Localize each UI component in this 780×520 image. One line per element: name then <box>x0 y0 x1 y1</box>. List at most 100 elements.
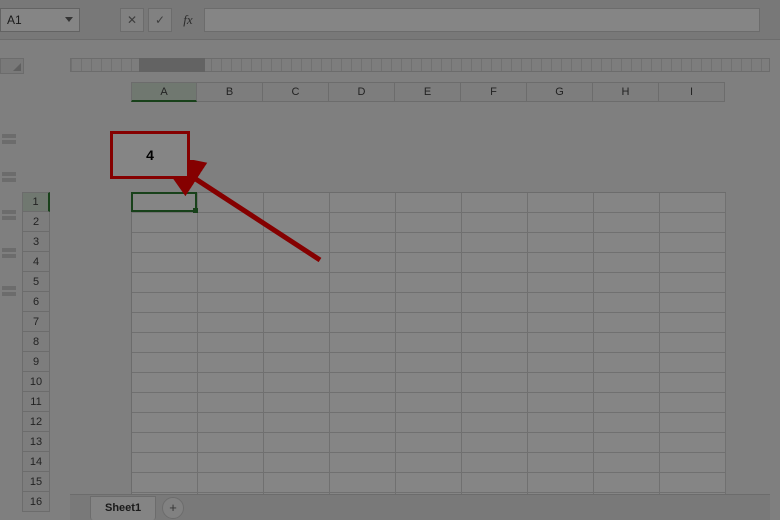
cell-E15[interactable] <box>396 473 462 493</box>
cell-B11[interactable] <box>198 393 264 413</box>
column-header-g[interactable]: G <box>527 82 593 102</box>
cell-F8[interactable] <box>462 333 528 353</box>
name-box[interactable]: A1 <box>0 8 80 32</box>
cell-A8[interactable] <box>132 333 198 353</box>
cell-G4[interactable] <box>528 253 594 273</box>
cell-C1[interactable] <box>264 193 330 213</box>
cell-A6[interactable] <box>132 293 198 313</box>
cell-B3[interactable] <box>198 233 264 253</box>
select-all-cell[interactable] <box>0 58 24 74</box>
cell-C9[interactable] <box>264 353 330 373</box>
cell-C6[interactable] <box>264 293 330 313</box>
name-box-dropdown-icon[interactable] <box>65 15 75 25</box>
column-header-d[interactable]: D <box>329 82 395 102</box>
cell-C12[interactable] <box>264 413 330 433</box>
cell-E6[interactable] <box>396 293 462 313</box>
cell-H13[interactable] <box>594 433 660 453</box>
cell-I3[interactable] <box>660 233 726 253</box>
column-header-e[interactable]: E <box>395 82 461 102</box>
cell-G13[interactable] <box>528 433 594 453</box>
cell-H9[interactable] <box>594 353 660 373</box>
cell-H10[interactable] <box>594 373 660 393</box>
column-header-c[interactable]: C <box>263 82 329 102</box>
cell-E9[interactable] <box>396 353 462 373</box>
cell-G1[interactable] <box>528 193 594 213</box>
row-header-4[interactable]: 4 <box>22 252 50 272</box>
row-header-14[interactable]: 14 <box>22 452 50 472</box>
cell-H15[interactable] <box>594 473 660 493</box>
cell-C11[interactable] <box>264 393 330 413</box>
cell-I9[interactable] <box>660 353 726 373</box>
cell-H3[interactable] <box>594 233 660 253</box>
cell-D13[interactable] <box>330 433 396 453</box>
cell-I1[interactable] <box>660 193 726 213</box>
cell-F2[interactable] <box>462 213 528 233</box>
cell-A12[interactable] <box>132 413 198 433</box>
cell-A1[interactable] <box>132 193 198 213</box>
cell-A11[interactable] <box>132 393 198 413</box>
cell-D12[interactable] <box>330 413 396 433</box>
cell-F1[interactable] <box>462 193 528 213</box>
cell-I6[interactable] <box>660 293 726 313</box>
cell-A9[interactable] <box>132 353 198 373</box>
cell-E1[interactable] <box>396 193 462 213</box>
row-header-10[interactable]: 10 <box>22 372 50 392</box>
cell-I5[interactable] <box>660 273 726 293</box>
cell-E11[interactable] <box>396 393 462 413</box>
cell-G8[interactable] <box>528 333 594 353</box>
cell-I2[interactable] <box>660 213 726 233</box>
cell-H2[interactable] <box>594 213 660 233</box>
cell-A13[interactable] <box>132 433 198 453</box>
cell-H5[interactable] <box>594 273 660 293</box>
fx-icon[interactable]: fx <box>176 12 200 28</box>
cell-F9[interactable] <box>462 353 528 373</box>
cell-G7[interactable] <box>528 313 594 333</box>
cell-E3[interactable] <box>396 233 462 253</box>
cell-H7[interactable] <box>594 313 660 333</box>
cell-G14[interactable] <box>528 453 594 473</box>
cell-D7[interactable] <box>330 313 396 333</box>
row-header-13[interactable]: 13 <box>22 432 50 452</box>
sheet-tab-sheet1[interactable]: Sheet1 <box>90 496 156 520</box>
cell-D4[interactable] <box>330 253 396 273</box>
cell-H12[interactable] <box>594 413 660 433</box>
cell-D6[interactable] <box>330 293 396 313</box>
cell-C5[interactable] <box>264 273 330 293</box>
cell-E13[interactable] <box>396 433 462 453</box>
cell-I4[interactable] <box>660 253 726 273</box>
row-header-15[interactable]: 15 <box>22 472 50 492</box>
cell-B6[interactable] <box>198 293 264 313</box>
cell-F6[interactable] <box>462 293 528 313</box>
row-header-6[interactable]: 6 <box>22 292 50 312</box>
cell-C3[interactable] <box>264 233 330 253</box>
cell-B8[interactable] <box>198 333 264 353</box>
cell-A5[interactable] <box>132 273 198 293</box>
cell-A3[interactable] <box>132 233 198 253</box>
cell-E14[interactable] <box>396 453 462 473</box>
cell-B10[interactable] <box>198 373 264 393</box>
cell-C8[interactable] <box>264 333 330 353</box>
cell-C13[interactable] <box>264 433 330 453</box>
cell-C15[interactable] <box>264 473 330 493</box>
cell-F10[interactable] <box>462 373 528 393</box>
row-header-9[interactable]: 9 <box>22 352 50 372</box>
cell-D1[interactable] <box>330 193 396 213</box>
cell-F12[interactable] <box>462 413 528 433</box>
cell-A4[interactable] <box>132 253 198 273</box>
cell-F3[interactable] <box>462 233 528 253</box>
spreadsheet-grid[interactable] <box>131 192 726 513</box>
cell-E2[interactable] <box>396 213 462 233</box>
cell-B2[interactable] <box>198 213 264 233</box>
row-header-12[interactable]: 12 <box>22 412 50 432</box>
cell-E12[interactable] <box>396 413 462 433</box>
add-sheet-button[interactable]: + <box>162 497 184 519</box>
cell-A7[interactable] <box>132 313 198 333</box>
column-header-h[interactable]: H <box>593 82 659 102</box>
cell-B1[interactable] <box>198 193 264 213</box>
cell-I8[interactable] <box>660 333 726 353</box>
cell-G3[interactable] <box>528 233 594 253</box>
cell-B5[interactable] <box>198 273 264 293</box>
cell-H8[interactable] <box>594 333 660 353</box>
cell-F13[interactable] <box>462 433 528 453</box>
cell-G10[interactable] <box>528 373 594 393</box>
